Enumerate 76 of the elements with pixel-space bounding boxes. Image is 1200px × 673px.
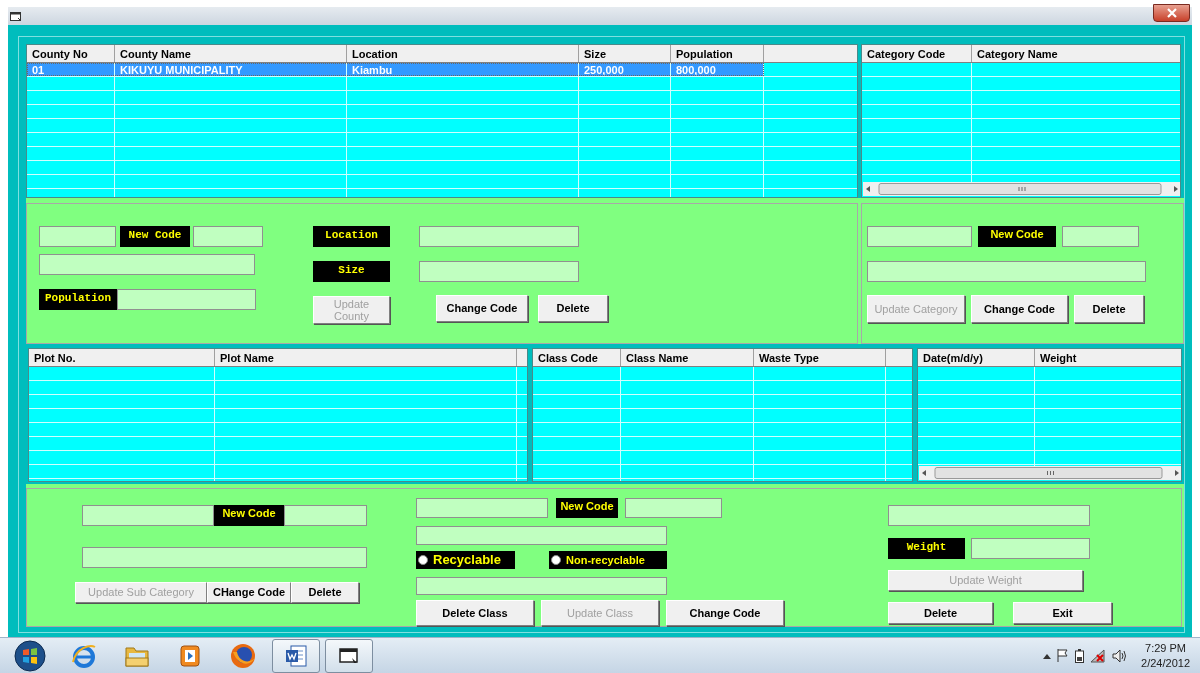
- network-error-icon[interactable]: [1090, 648, 1107, 663]
- field-label: New Code: [214, 505, 284, 526]
- column-header[interactable]: Weight: [1035, 349, 1181, 366]
- radio-label: Recyclable: [433, 552, 501, 567]
- document-icon: [283, 642, 309, 669]
- close-button[interactable]: [1153, 3, 1190, 22]
- column-header[interactable]: County No: [27, 45, 115, 62]
- exit-button[interactable]: Exit: [1013, 602, 1112, 624]
- globe-icon: [229, 641, 257, 670]
- clock-date[interactable]: 2/24/2012: [1141, 655, 1190, 671]
- text-field[interactable]: [82, 505, 214, 526]
- text-field[interactable]: [971, 538, 1090, 559]
- column-header[interactable]: Class Code: [533, 349, 621, 366]
- change-code-button[interactable]: Change Code: [971, 295, 1068, 323]
- column-header[interactable]: Plot No.: [29, 349, 215, 366]
- table-cell: 250,000: [579, 63, 671, 76]
- speaker-icon[interactable]: [1112, 648, 1128, 663]
- battery-icon[interactable]: [1075, 648, 1085, 663]
- column-header[interactable]: Population: [671, 45, 764, 62]
- text-field[interactable]: [867, 226, 972, 247]
- column-header[interactable]: Size: [579, 45, 671, 62]
- column-header[interactable]: Class Name: [621, 349, 754, 366]
- column-header[interactable]: Location: [347, 45, 579, 62]
- text-field[interactable]: [625, 498, 722, 518]
- change-code-button[interactable]: Change Code: [666, 600, 784, 626]
- column-header[interactable]: Category Code: [862, 45, 972, 62]
- start-button[interactable]: [14, 639, 46, 672]
- delete-button[interactable]: Delete: [888, 602, 993, 624]
- window-icon: [10, 10, 22, 22]
- delete-button[interactable]: Delete: [538, 295, 608, 322]
- column-header[interactable]: Waste Type: [754, 349, 886, 366]
- table-cell: 01: [27, 63, 115, 76]
- table-cell: Kiambu: [347, 63, 579, 76]
- text-field[interactable]: [419, 261, 579, 282]
- column-header[interactable]: Category Name: [972, 45, 1180, 62]
- column-header[interactable]: County Name: [115, 45, 347, 62]
- text-field[interactable]: [419, 226, 579, 247]
- field-label: Location: [313, 226, 390, 247]
- text-field[interactable]: [82, 547, 367, 568]
- table-cell: KIKUYU MUNICIPALITY: [115, 63, 347, 76]
- text-field[interactable]: [39, 226, 116, 247]
- delete-button[interactable]: Delete: [1074, 295, 1144, 323]
- delete-button[interactable]: Delete: [291, 582, 359, 603]
- radio-button[interactable]: Recyclable: [416, 550, 515, 569]
- change-code-button[interactable]: CHange Code: [207, 582, 291, 603]
- text-field[interactable]: [867, 261, 1146, 282]
- field-label: Population: [39, 289, 117, 310]
- text-field[interactable]: [284, 505, 367, 526]
- field-label: New Code: [120, 226, 190, 247]
- taskbar-button[interactable]: [272, 638, 320, 673]
- media-player-icon: [178, 642, 202, 669]
- text-field[interactable]: [193, 226, 263, 247]
- text-field[interactable]: [117, 289, 256, 310]
- text-field[interactable]: [39, 254, 255, 275]
- radio-button[interactable]: Non-recyclable: [549, 550, 667, 569]
- radio-label: Non-recyclable: [566, 553, 645, 566]
- clock-time[interactable]: 7:29 PM: [1145, 640, 1186, 656]
- flag-icon[interactable]: [1057, 649, 1070, 662]
- window-icon: [338, 645, 360, 666]
- field-label: Size: [313, 261, 390, 282]
- column-header[interactable]: Date(m/d/y): [918, 349, 1035, 366]
- text-field[interactable]: [1062, 226, 1139, 247]
- show-hidden-icon[interactable]: [1043, 652, 1052, 659]
- text-field[interactable]: [416, 498, 548, 518]
- close-icon: [1165, 7, 1178, 18]
- field-label: Weight: [888, 538, 965, 559]
- taskbar-button[interactable]: [325, 638, 373, 673]
- text-field[interactable]: [888, 505, 1090, 526]
- table-cell: 800,000: [671, 63, 764, 76]
- field-label: New Code: [978, 226, 1056, 247]
- text-field[interactable]: [416, 526, 667, 545]
- field-label: New Code: [556, 498, 618, 518]
- column-header[interactable]: Plot Name: [215, 349, 517, 366]
- change-code-button[interactable]: Change Code: [436, 295, 528, 322]
- delete-class-button[interactable]: Delete Class: [416, 600, 534, 626]
- text-field[interactable]: [416, 576, 667, 595]
